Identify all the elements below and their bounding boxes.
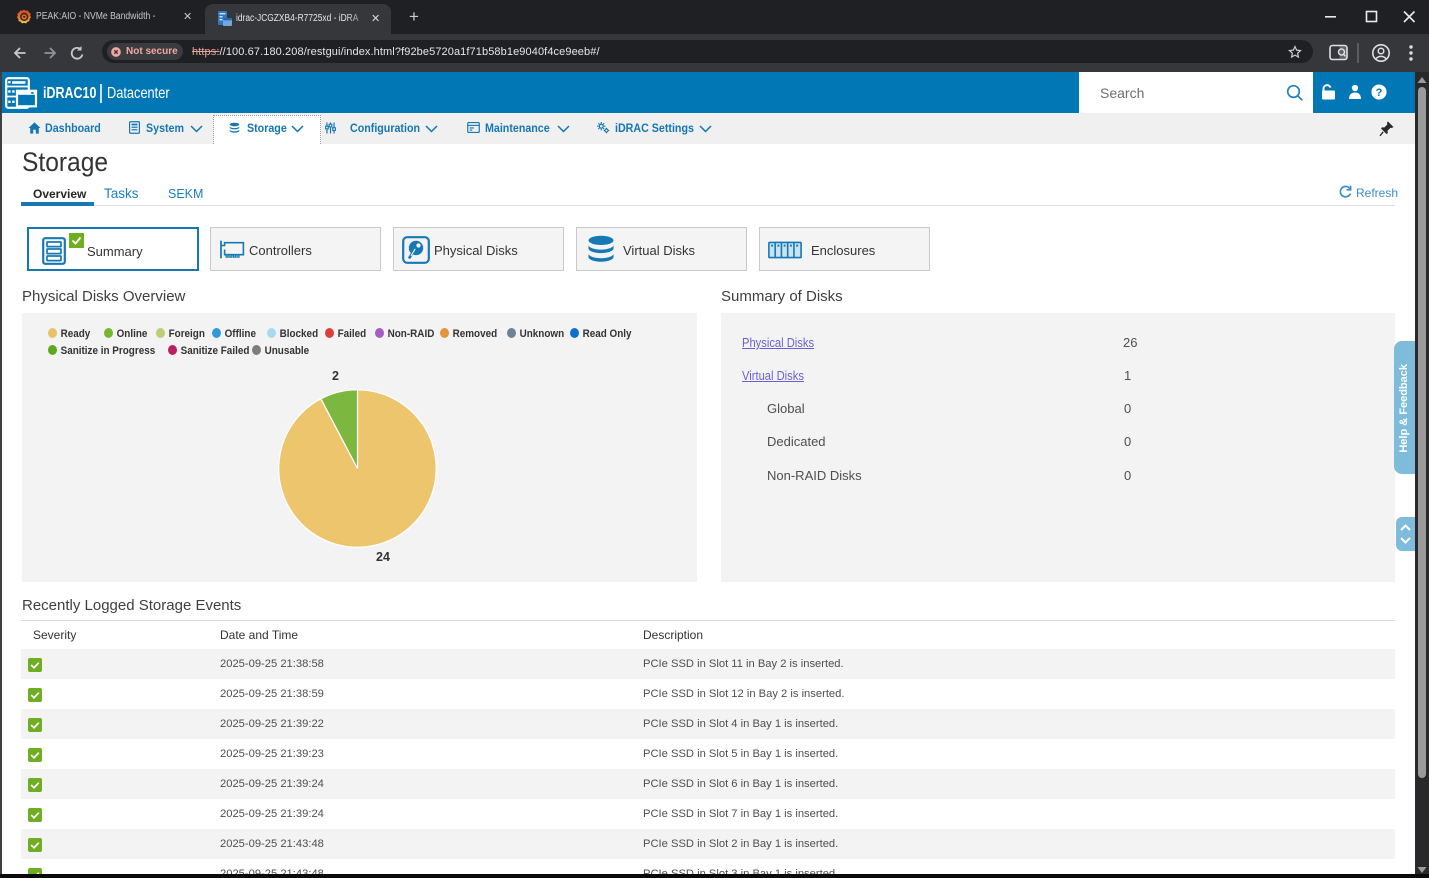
- svg-text:?: ?: [1376, 87, 1383, 99]
